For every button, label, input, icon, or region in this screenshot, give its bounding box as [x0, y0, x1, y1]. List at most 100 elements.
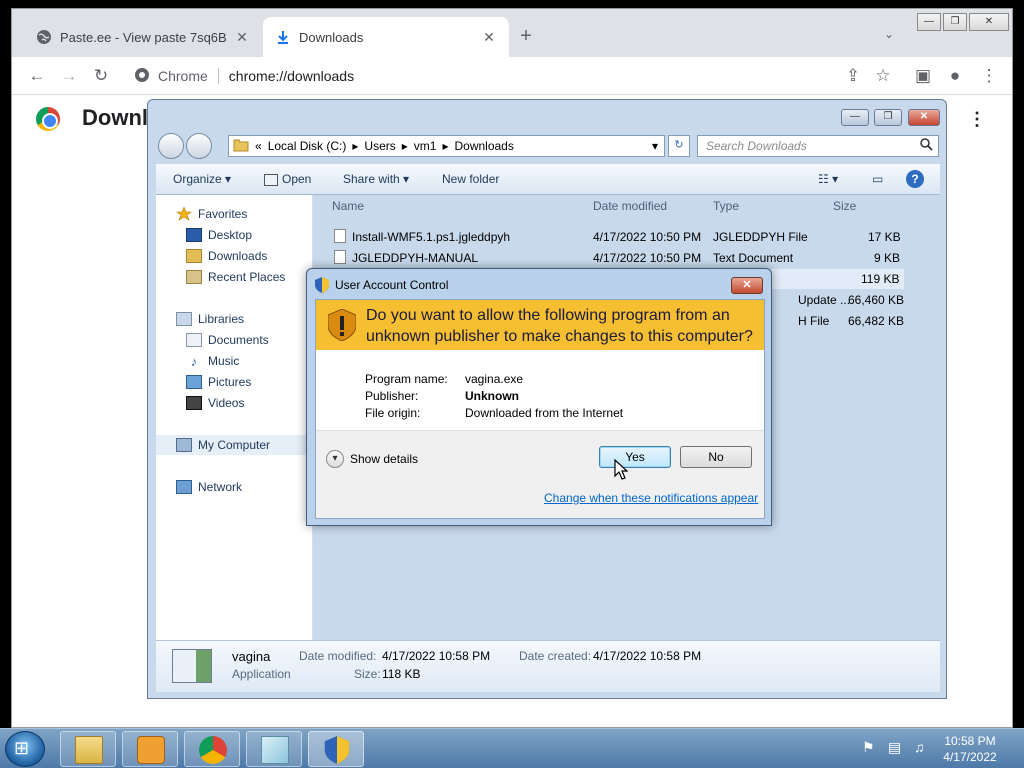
tab-downloads[interactable]: Downloads ✕ — [263, 17, 509, 57]
organize-button[interactable]: Organize ▾ — [173, 172, 231, 186]
omnibox[interactable]: Chrome chrome://downloads — [124, 60, 876, 92]
videos-icon — [186, 396, 202, 410]
breadcrumb-separator[interactable]: ▸ — [402, 139, 408, 153]
profile-avatar-icon[interactable]: ● — [942, 63, 968, 89]
omnibox-separator — [217, 68, 219, 84]
uac-question: Do you want to allow the following progr… — [366, 307, 753, 345]
column-header-type[interactable]: Type — [713, 199, 739, 217]
column-header-date-modified[interactable]: Date modified — [593, 199, 667, 217]
taskbar-media-player[interactable] — [122, 731, 178, 767]
taskbar: ⊞ ⚑ ▤ ♫ 10:58 PM 4/17/2022 — [0, 728, 1024, 768]
new-folder-button[interactable]: New folder — [442, 172, 499, 186]
nav-music[interactable]: ♪ Music — [186, 354, 240, 369]
nav-label: Documents — [208, 333, 269, 347]
nav-my-computer[interactable]: My Computer — [156, 435, 306, 455]
nav-label: Desktop — [208, 228, 253, 242]
clock-date: 4/17/2022 — [943, 750, 997, 764]
recent-places-icon — [186, 270, 202, 284]
network-icon — [176, 480, 192, 494]
nav-pictures[interactable]: Pictures — [186, 375, 251, 389]
chrome-menu-icon[interactable]: ⋮ — [976, 63, 1002, 89]
taskbar-explorer[interactable] — [60, 731, 116, 767]
uac-footer: ▾ Show details Yes No Change when these … — [316, 430, 764, 518]
preview-pane-icon[interactable]: ▭ — [872, 172, 883, 186]
browser-toolbar: ← → ↻ Chrome chrome://downloads ⇪ ☆ ▣ ● … — [12, 57, 1012, 95]
file-date: 4/17/2022 10:50 PM — [593, 251, 702, 265]
forward-button[interactable]: → — [56, 63, 82, 89]
column-header-size[interactable]: Size — [833, 199, 856, 217]
open-button[interactable]: Open — [264, 172, 311, 186]
tab-search-icon[interactable]: ⌄ — [884, 27, 894, 41]
network-tray-icon[interactable]: ▤ — [888, 739, 901, 756]
breadcrumb-separator[interactable]: ▸ — [442, 139, 448, 153]
nav-desktop[interactable]: Desktop — [186, 228, 252, 242]
more-actions-icon[interactable]: ⋮ — [968, 109, 986, 130]
taskbar-notepad[interactable] — [246, 731, 302, 767]
help-icon[interactable]: ? — [906, 170, 924, 188]
file-row[interactable]: JGLEDDPYH-MANUAL 4/17/2022 10:50 PM Text… — [334, 248, 904, 268]
explorer-maximize-button[interactable]: ❐ — [874, 109, 902, 126]
file-name: Install-WMF5.1.ps1.jgleddpyh — [352, 230, 511, 244]
nav-label: Videos — [208, 396, 245, 410]
file-icon — [334, 229, 346, 243]
tab-paste-ee[interactable]: Paste.ee - View paste 7sq6B ✕ — [24, 17, 262, 57]
back-button[interactable]: ← — [24, 63, 50, 89]
text-document-icon — [334, 250, 346, 264]
show-details-label: Show details — [350, 452, 419, 466]
search-input[interactable]: Search Downloads — [697, 135, 939, 157]
minimize-button[interactable]: — — [917, 13, 941, 31]
breadcrumb-local-disk[interactable]: Local Disk (C:) — [268, 139, 347, 153]
explorer-close-button[interactable]: ✕ — [908, 109, 940, 126]
yes-button[interactable]: Yes — [599, 446, 671, 468]
explorer-minimize-button[interactable]: — — [841, 109, 869, 126]
publisher-label: Publisher: — [365, 389, 419, 403]
share-with-button[interactable]: Share with ▾ — [343, 172, 409, 186]
nav-videos[interactable]: Videos — [186, 396, 244, 410]
close-button[interactable]: ✕ — [969, 13, 1009, 31]
address-dropdown-icon[interactable]: ▾ — [652, 139, 658, 153]
nav-favorites[interactable]: Favorites — [176, 206, 247, 221]
restore-button[interactable]: ❐ — [943, 13, 967, 31]
nav-libraries[interactable]: Libraries — [176, 312, 244, 326]
start-button[interactable]: ⊞ — [5, 731, 45, 767]
breadcrumb-downloads[interactable]: Downloads — [454, 139, 513, 153]
nav-documents[interactable]: Documents — [186, 333, 269, 347]
bookmark-star-icon[interactable]: ☆ — [870, 63, 896, 89]
mouse-cursor-icon — [614, 458, 629, 484]
action-center-icon[interactable]: ⚑ — [862, 739, 875, 756]
share-icon[interactable]: ⇪ — [840, 63, 866, 89]
no-button[interactable]: No — [680, 446, 752, 468]
taskbar-chrome[interactable] — [184, 731, 240, 767]
breadcrumb-separator[interactable]: ▸ — [352, 139, 358, 153]
file-row[interactable]: Install-WMF5.1.ps1.jgleddpyh 4/17/2022 1… — [334, 227, 904, 247]
address-bar[interactable]: « Local Disk (C:) ▸ Users ▸ vm1 ▸ Downlo… — [228, 135, 665, 157]
downloads-folder-icon — [186, 249, 202, 263]
application-icon — [172, 649, 212, 683]
notepad-icon — [261, 736, 289, 764]
nav-network[interactable]: Network — [176, 480, 242, 494]
refresh-button[interactable]: ↻ — [668, 135, 690, 157]
back-arrow-icon[interactable] — [158, 133, 184, 159]
show-details-toggle[interactable]: ▾ Show details — [326, 450, 418, 468]
tab-close-icon[interactable]: ✕ — [481, 29, 497, 46]
omnibox-url[interactable]: chrome://downloads — [229, 68, 354, 84]
taskbar-uac[interactable] — [308, 731, 364, 767]
tab-close-icon[interactable]: ✕ — [234, 29, 250, 46]
side-panel-icon[interactable]: ▣ — [910, 63, 936, 89]
nav-recent-places[interactable]: Recent Places — [186, 270, 285, 284]
nav-downloads[interactable]: Downloads — [186, 249, 267, 263]
uac-close-button[interactable]: ✕ — [731, 277, 763, 294]
volume-icon[interactable]: ♫ — [914, 739, 925, 755]
reload-button[interactable]: ↻ — [88, 63, 114, 89]
column-header-name[interactable]: Name — [332, 199, 364, 217]
breadcrumb-vm1[interactable]: vm1 — [414, 139, 437, 153]
forward-arrow-icon[interactable] — [186, 133, 212, 159]
search-icon[interactable] — [920, 138, 933, 154]
breadcrumb-users[interactable]: Users — [364, 139, 395, 153]
new-tab-button[interactable]: + — [514, 25, 538, 49]
file-type: H File — [798, 314, 830, 328]
view-options-icon[interactable]: ☷ ▾ — [818, 172, 838, 186]
taskbar-clock[interactable]: 10:58 PM 4/17/2022 — [936, 733, 1004, 765]
file-type: JGLEDDPYH File — [713, 230, 808, 244]
change-notifications-link[interactable]: Change when these notifications appear — [544, 491, 758, 505]
